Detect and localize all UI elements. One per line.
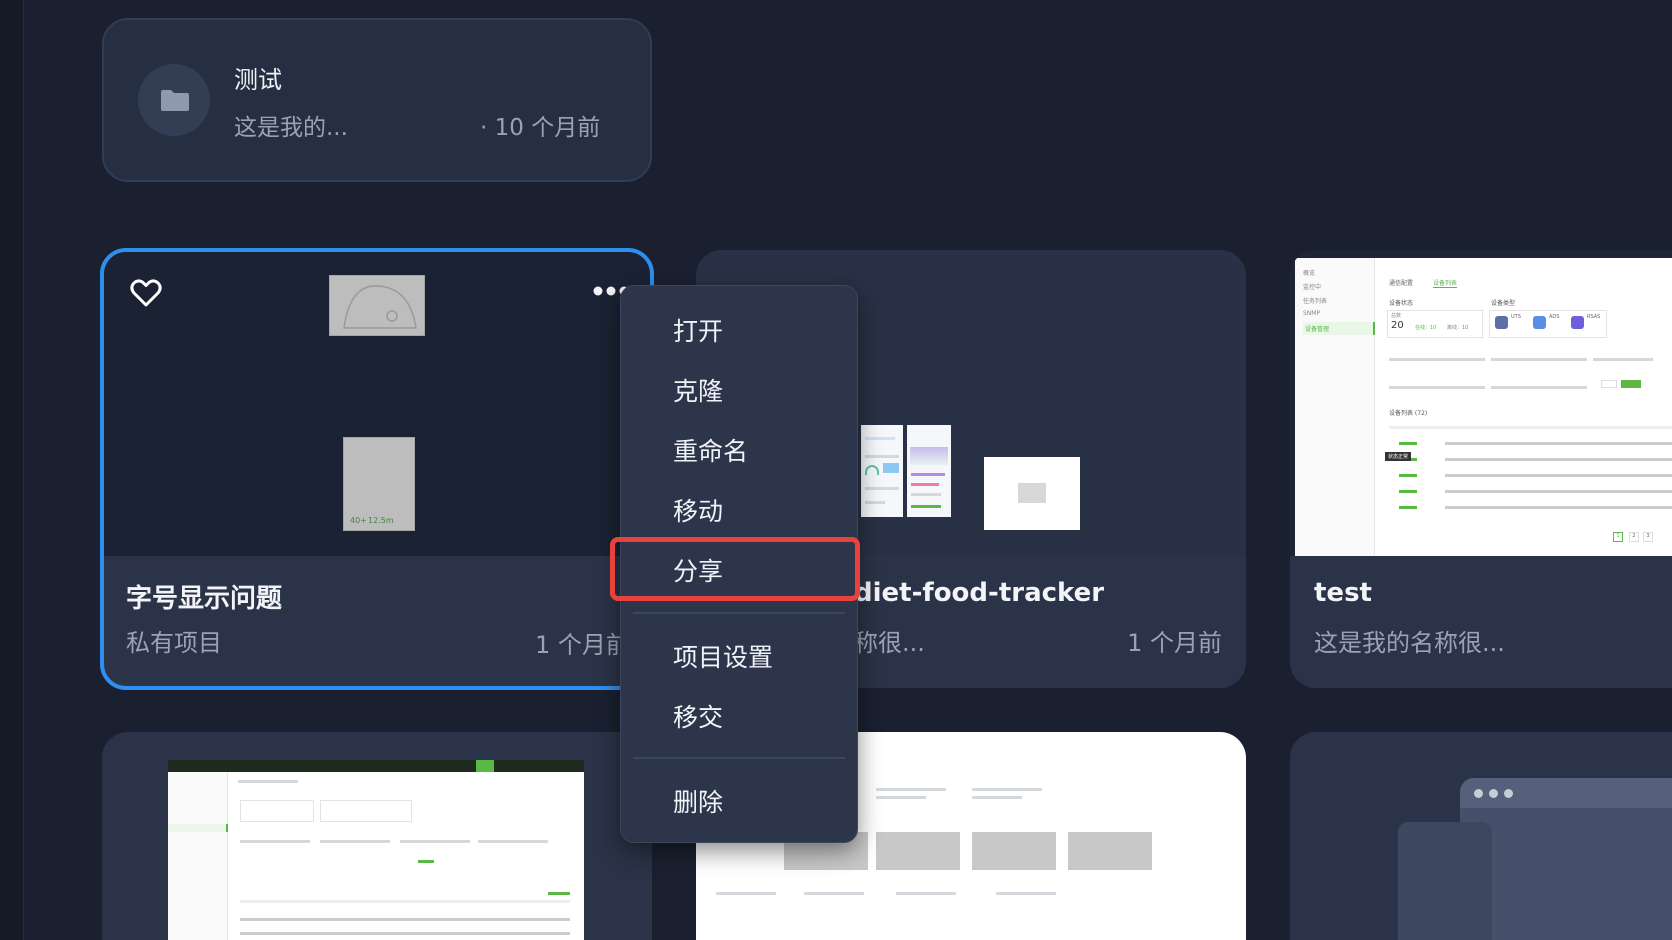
project-card-1[interactable]: 40+ 12.5m 字号显示问题 私有项目 1 个月前 xyxy=(100,248,654,690)
menu-item-open[interactable]: 打开 xyxy=(673,312,723,348)
folder-icon-circle xyxy=(138,64,210,136)
menu-item-transfer[interactable]: 移交 xyxy=(673,698,723,734)
thumb-placeholder-phone: 40+ 12.5m xyxy=(343,437,415,531)
left-rail xyxy=(0,0,24,940)
folder-title: 测试 xyxy=(234,66,282,94)
shot-type-2: ADS xyxy=(1549,314,1560,320)
shot-status-label: 设备状态 xyxy=(1389,300,1414,307)
project-thumbnail: 概览 监控中 任务列表 SNMP 设备管理 通信配置 设备列表 设备状态 设备类… xyxy=(1290,250,1672,556)
folder-description: 这是我的... xyxy=(234,115,348,141)
shot-tab-b: 设备列表 xyxy=(1433,280,1458,288)
thumb-placeholder xyxy=(984,457,1080,530)
shot-page-3: 3 xyxy=(1643,532,1653,542)
shot-total-label: 总数 xyxy=(1391,313,1402,319)
thumb-screen-mini-1 xyxy=(861,425,903,517)
project-subtitle: 称很... xyxy=(854,629,925,657)
project-subtitle: 这是我的名称很... xyxy=(1314,629,1505,657)
thumb-placeholder-image xyxy=(329,275,425,336)
menu-item-project-settings[interactable]: 项目设置 xyxy=(673,638,773,674)
project-card-3[interactable]: 概览 监控中 任务列表 SNMP 设备管理 通信配置 设备列表 设备状态 设备类… xyxy=(1290,250,1672,688)
shot-nav-2: 监控中 xyxy=(1303,284,1322,291)
project-title: diet-food-tracker xyxy=(854,578,1105,608)
thumb-screen-mini-2 xyxy=(907,425,951,517)
menu-item-move[interactable]: 移动 xyxy=(673,492,723,528)
shot-list-title: 设备列表 (72) xyxy=(1389,410,1428,417)
folder-card[interactable]: 测试 这是我的... · 10 个月前 xyxy=(102,18,652,182)
shot-nav-1: 概览 xyxy=(1303,270,1316,277)
shot-online: 在线：10 xyxy=(1415,325,1437,331)
image-placeholder-icon xyxy=(343,285,417,329)
project-time: 1 个月前 xyxy=(535,631,630,659)
project-card-6[interactable] xyxy=(1290,732,1672,940)
project-time: 1 个月前 xyxy=(1127,629,1222,657)
menu-item-rename[interactable]: 重命名 xyxy=(673,432,748,468)
share-highlight-box xyxy=(610,537,860,601)
shot-type-1: UTS xyxy=(1511,314,1521,320)
thumb-admin-screenshot: 概览 监控中 任务列表 SNMP 设备管理 通信配置 设备列表 设备状态 设备类… xyxy=(1295,258,1672,556)
workspace: 测试 这是我的... · 10 个月前 40+ 12.5m 字号显示问题 私有项… xyxy=(0,0,1672,940)
shot-tab-a: 通信配置 xyxy=(1389,280,1414,287)
project-thumbnail: 40+ 12.5m xyxy=(104,252,650,556)
shot-nav-3: 任务列表 xyxy=(1303,298,1328,305)
folder-icon xyxy=(161,90,189,111)
favorite-heart-icon[interactable] xyxy=(130,278,162,312)
shot-type-label: 设备类型 xyxy=(1491,300,1516,307)
thumb-label-1: 40+ xyxy=(350,516,367,525)
shot-nav-5: 设备管理 xyxy=(1303,322,1375,335)
project-title: 字号显示问题 xyxy=(126,584,283,614)
project-title: test xyxy=(1314,578,1372,608)
menu-separator xyxy=(633,612,845,614)
shot-offline: 离线：10 xyxy=(1447,325,1469,331)
thumb-admin-screenshot xyxy=(168,760,584,940)
menu-item-clone[interactable]: 克隆 xyxy=(673,372,723,408)
shot-page-1: 1 xyxy=(1613,532,1623,542)
shot-total: 20 xyxy=(1391,320,1404,331)
shot-type-3: RSAS xyxy=(1587,314,1601,320)
thumb-label-2: 12.5m xyxy=(368,516,394,525)
folder-time: · 10 个月前 xyxy=(480,115,601,141)
menu-separator xyxy=(633,757,845,759)
project-subtitle: 私有项目 xyxy=(126,629,222,657)
shot-nav-4: SNMP xyxy=(1303,310,1321,317)
menu-item-delete[interactable]: 删除 xyxy=(673,783,723,819)
shot-tooltip: 状态正常 xyxy=(1385,452,1412,461)
shot-page-2: 2 xyxy=(1629,532,1639,542)
project-card-4[interactable] xyxy=(102,732,652,940)
